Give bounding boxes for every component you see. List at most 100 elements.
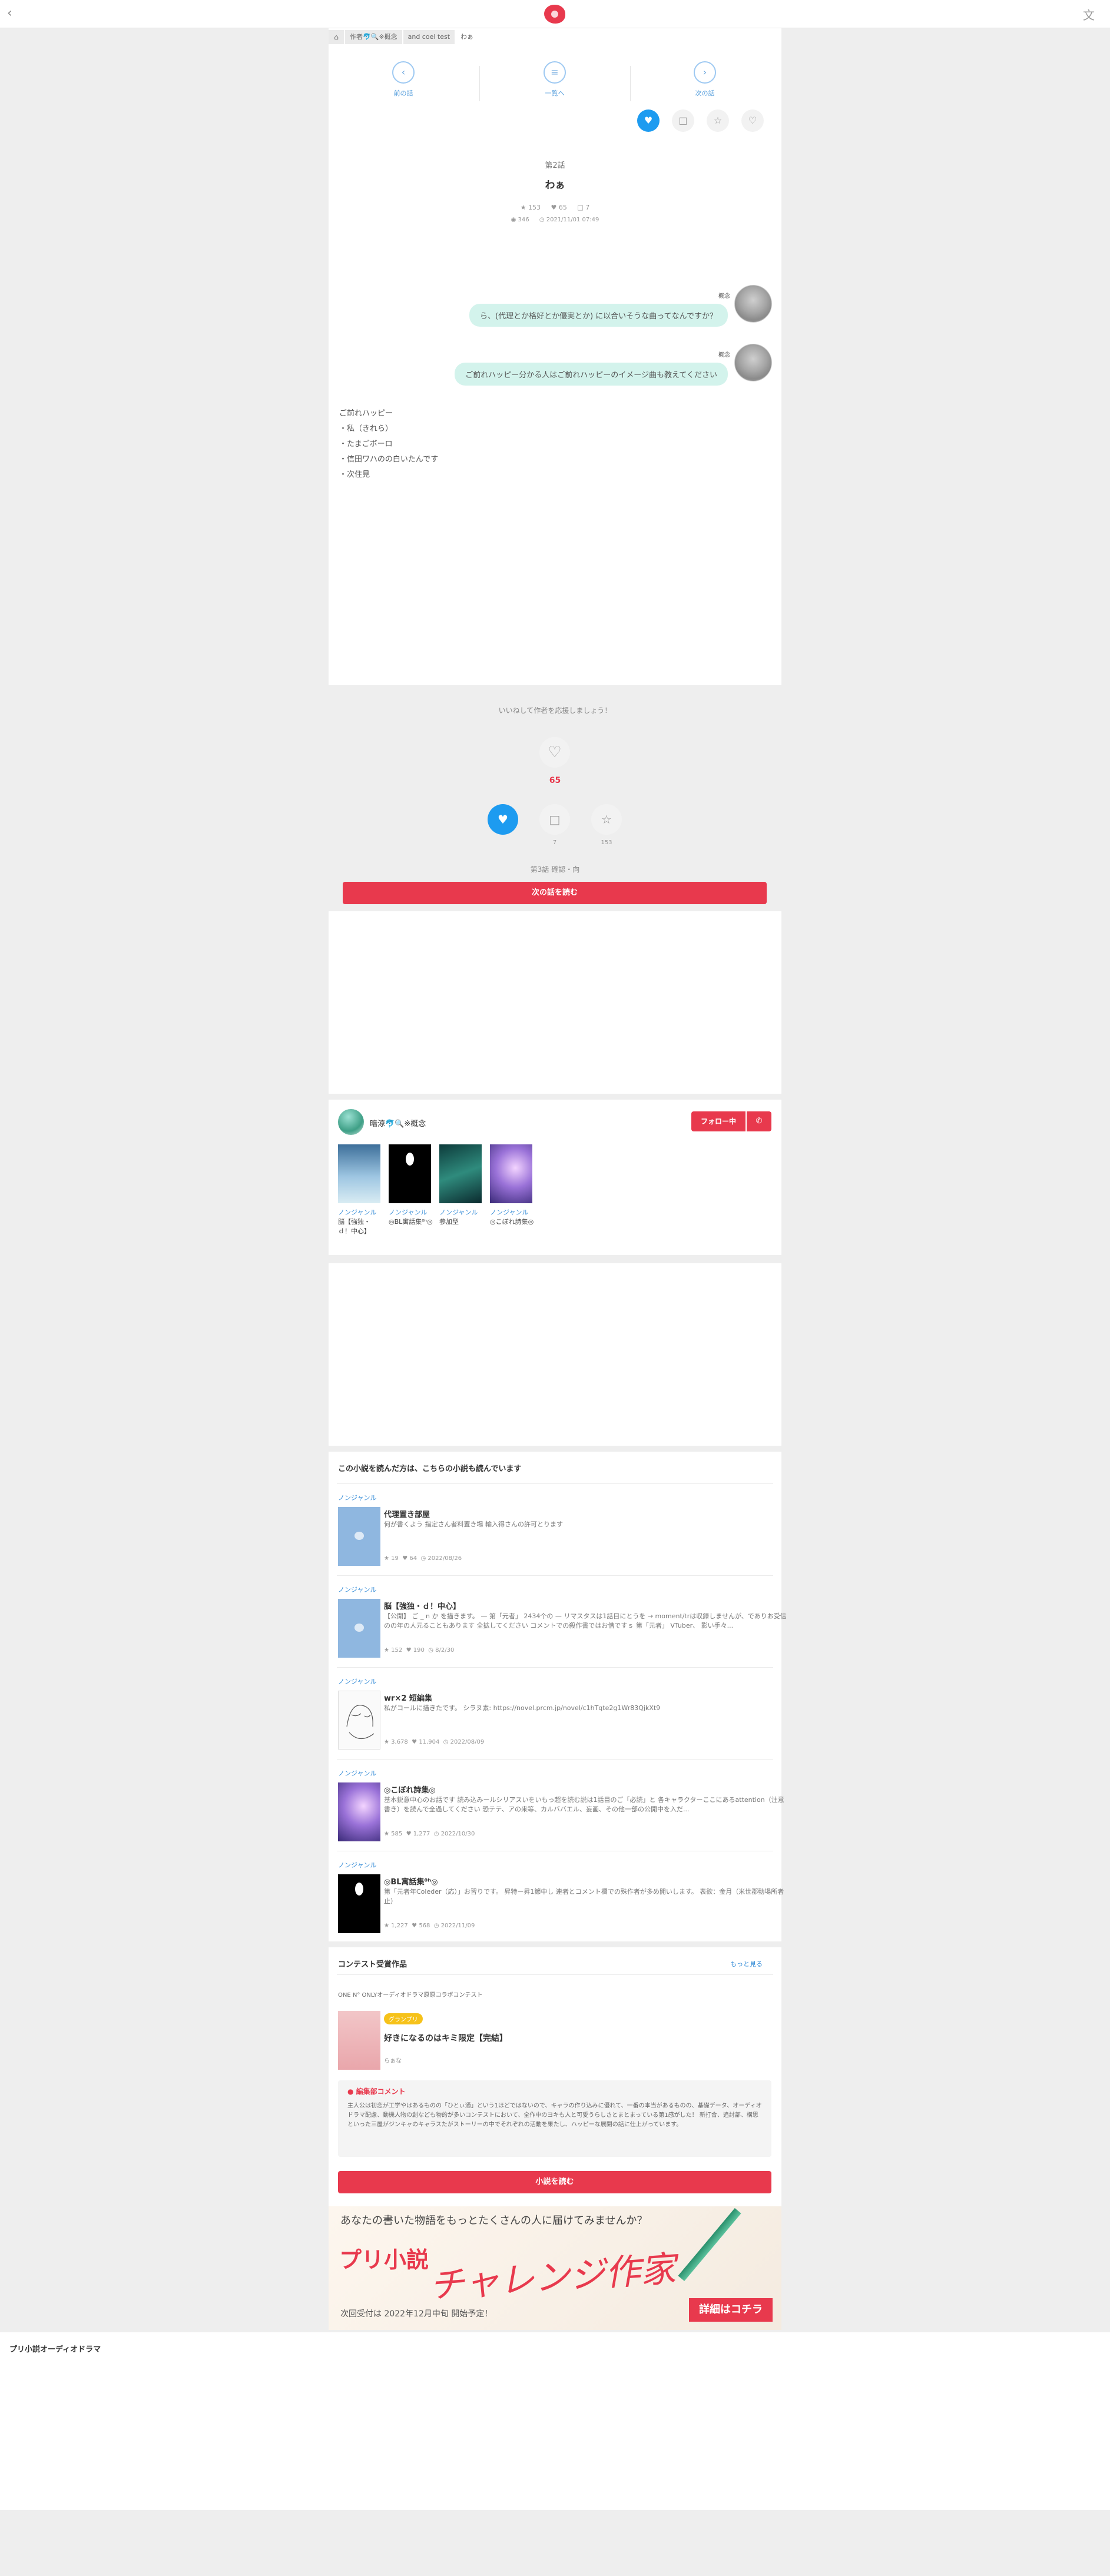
prcm-logo[interactable]	[544, 5, 565, 24]
episode-stats: ★ 153 ♥ 65 □ 7	[329, 204, 781, 211]
avatar	[734, 285, 772, 323]
like-count: 65	[558, 204, 567, 211]
work-caption[interactable]: ノンジャンル 参加型	[439, 1208, 484, 1227]
next-label: 次の話	[695, 89, 715, 97]
eye-icon: ◉	[511, 217, 516, 223]
author-avatar[interactable]	[338, 1109, 364, 1135]
date: 8/2/30	[435, 1647, 455, 1654]
star-icon: ★	[384, 1923, 389, 1929]
date: 2022/10/30	[440, 1831, 475, 1837]
body-line: ・たまごボーロ	[339, 440, 393, 449]
related-title[interactable]: ◎BL寓話集⁰ʰ◎	[384, 1875, 438, 1887]
related-thumbnail[interactable]	[338, 1599, 380, 1658]
footer	[0, 2332, 1110, 2510]
comment-count: 7	[585, 204, 590, 211]
clock-icon: ◷	[433, 1831, 439, 1837]
work-thumbnail[interactable]	[338, 1144, 380, 1203]
banner-brand: プリ小説	[339, 2247, 429, 2273]
banner-cta[interactable]: 詳細はコチラ	[689, 2298, 773, 2322]
related-stats: ★ 585 ♥ 1,277 ◷ 2022/10/30	[384, 1831, 475, 1837]
breadcrumb: ⌂ 作者🐬🔍※概念 and coel test わぁ	[329, 28, 781, 46]
chevron-left-icon[interactable]: ‹	[7, 6, 12, 21]
episode-body: ご前れハッピー ・私（きれら） ・たまごボーロ ・信田ワハのの白いたんです ・次…	[339, 406, 438, 483]
related-thumbnail[interactable]	[338, 1691, 380, 1750]
star-icon: ☆	[713, 115, 723, 126]
related-stats: ★ 152 ♥ 190 ◷ 8/2/30	[384, 1647, 454, 1654]
star-button-large[interactable]: ☆	[591, 804, 622, 835]
divider	[337, 1483, 773, 1484]
related-title[interactable]: 代理置き部屋	[384, 1508, 430, 1519]
twitter-share-button[interactable]: ♥	[637, 109, 660, 132]
twitter-icon: ♥	[498, 812, 508, 826]
comment-button[interactable]: □	[672, 109, 694, 132]
challenge-banner[interactable]: あなたの書いた物語をもっとたくさんの人に届けてみませんか？ プリ小説 チャレンジ…	[329, 2206, 781, 2330]
work-caption[interactable]: ノンジャンル 脳【強独・ｄ！中心】	[338, 1208, 383, 1236]
like-button[interactable]: ♡	[741, 109, 764, 132]
avatar	[734, 344, 772, 381]
comment-icon: □	[577, 204, 584, 211]
work-caption[interactable]: ノンジャンル ◎こぼれ詩集◎	[490, 1208, 535, 1227]
work-thumbnail[interactable]	[439, 1144, 482, 1203]
related-stats: ★ 19 ♥ 64 ◷ 2022/08/26	[384, 1555, 462, 1562]
related-desc: 基本鋭意中心のお話です 読み込みールシリアスいをいもっ超を読む説は1話目のご「必…	[384, 1796, 784, 1813]
ad-space	[329, 911, 781, 1094]
clock-icon: ◷	[539, 217, 545, 223]
prev-label: 前の話	[393, 89, 413, 97]
star-icon: ★	[384, 1647, 389, 1654]
next-episode-read-button[interactable]: 次の話を読む	[343, 882, 767, 904]
star-count: 153	[528, 204, 541, 211]
work-caption[interactable]: ノンジャンル ◎BL寓話集⁰ʰ◎	[389, 1208, 433, 1227]
related-thumbnail[interactable]	[338, 1874, 380, 1933]
related-title[interactable]: ◎こぼれ詩集◎	[384, 1784, 436, 1795]
body-line: ・次住見	[339, 470, 370, 479]
heart-icon: ♥	[551, 204, 557, 211]
next-episode-button[interactable]: › 次の話	[670, 61, 740, 98]
related-title[interactable]: 脳【強独・ｄ！中心】	[384, 1600, 460, 1611]
chevron-left-icon: ‹	[392, 61, 415, 84]
breadcrumb-novel[interactable]: and coel test	[403, 30, 455, 44]
like-count: 1,277	[413, 1831, 430, 1837]
contest-section	[329, 1947, 781, 2206]
related-thumbnail[interactable]	[338, 1782, 380, 1841]
index-label: 一覧へ	[545, 89, 565, 97]
divider	[337, 1667, 773, 1668]
related-title[interactable]: wr×2 短編集	[384, 1692, 432, 1703]
read-novel-button[interactable]: 小説を読む	[338, 2171, 771, 2193]
prev-episode-button[interactable]: ‹ 前の話	[368, 61, 439, 98]
contest-name: ONE N° ONLYオーディオドラマ原原コラボコンテスト	[338, 1992, 483, 1999]
related-thumbnail[interactable]	[338, 1507, 380, 1566]
work-thumbnail[interactable]	[490, 1144, 532, 1203]
body-line: ご前れハッピー	[339, 409, 393, 418]
contest-work-author[interactable]: らぁな	[384, 2056, 402, 2064]
star-count-large: 153	[601, 839, 612, 846]
episode-number: 第2話	[545, 161, 565, 170]
comment-button-large[interactable]: □	[539, 804, 570, 835]
translate-icon[interactable]: 文	[1083, 6, 1095, 23]
banner-headline: あなたの書いた物語をもっとたくさんの人に届けてみませんか？	[340, 2215, 648, 2227]
related-desc: 第「元者年Coleder（応）」お習りです。 昇特ー昇1節中し 連者とコメント欄…	[384, 1888, 784, 1905]
home-icon[interactable]: ⌂	[329, 30, 344, 44]
episode-list-button[interactable]: ≡ 一覧へ	[519, 61, 590, 98]
related-genre: ノンジャンル	[338, 1678, 377, 1685]
contest-work-title[interactable]: 好きになるのはキミ限定【完結】	[384, 2032, 508, 2044]
notify-button[interactable]: ✆	[747, 1111, 771, 1131]
star-icon: ★	[520, 204, 526, 211]
work-thumbnail[interactable]	[389, 1144, 431, 1203]
see-more-link[interactable]: もっと見る	[730, 1959, 763, 1968]
clock-icon: ◷	[443, 1739, 449, 1745]
like-button-large[interactable]: ♡	[539, 737, 570, 768]
top-bar: ‹ 文	[0, 0, 1110, 28]
twitter-share-large[interactable]: ♥	[488, 804, 518, 835]
breadcrumb-episode: わぁ	[460, 33, 474, 41]
award-badge: グランプリ	[384, 2013, 423, 2024]
author-name[interactable]: 暗涼🐬🔍※概念	[370, 1117, 426, 1128]
sketch-illustration	[346, 1705, 375, 1740]
follow-button[interactable]: フォロー中	[691, 1111, 745, 1131]
contest-thumbnail[interactable]	[338, 2011, 380, 2070]
related-stats: ★ 1,227 ♥ 568 ◷ 2022/11/09	[384, 1923, 475, 1929]
pen-illustration	[678, 2208, 741, 2281]
footer-title: プリ小説オーディオドラマ	[9, 2345, 101, 2354]
date: 2022/08/09	[450, 1739, 485, 1745]
favorite-button[interactable]: ☆	[707, 109, 729, 132]
breadcrumb-author[interactable]: 作者🐬🔍※概念	[345, 30, 402, 44]
